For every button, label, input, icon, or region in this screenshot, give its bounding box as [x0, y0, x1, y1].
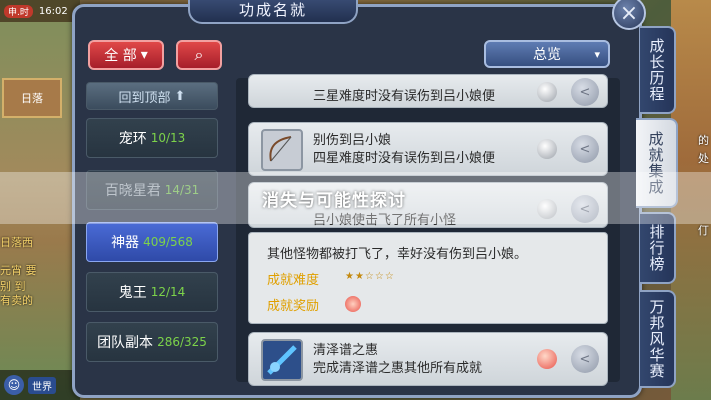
difficulty-stars: ★★☆☆☆	[345, 271, 395, 282]
share-icon: <	[579, 84, 591, 100]
category-count: 12/14	[150, 285, 186, 299]
overview-label: 总览	[533, 47, 561, 63]
achievement-card[interactable]: 别伤到吕小娘 四星难度时没有误伤到吕小娘便 <	[248, 122, 608, 176]
category-label: 团队副本	[97, 335, 154, 351]
overlay-caption: 消失与可能性探讨	[262, 190, 406, 211]
overview-dropdown[interactable]: 总览 ▾	[484, 40, 610, 68]
close-icon: ×	[619, 0, 639, 26]
tab-label: 成长历程	[649, 37, 665, 103]
achievement-detail: 其他怪物都被打飞了，幸好没有伤到吕小娘。 成就难度 ★★☆☆☆ 成就奖励	[248, 232, 608, 324]
category-item[interactable]: 宠环 10/13	[86, 118, 218, 158]
search-button[interactable]: ⌕	[176, 40, 222, 70]
achievement-desc: 四星难度时没有误伤到吕小娘便	[313, 151, 496, 166]
share-icon: <	[579, 141, 591, 157]
person-icon[interactable]: ☺	[4, 375, 24, 395]
difficulty-label: 成就难度	[267, 273, 320, 288]
reward-orb-icon	[537, 139, 557, 159]
category-item[interactable]: 鬼王 12/14	[86, 272, 218, 312]
tab-label: 排行榜	[649, 223, 665, 273]
tab-competition[interactable]: 万邦风华赛	[640, 290, 676, 388]
category-label: 鬼王	[118, 285, 147, 301]
world-chat-tag[interactable]: 世界	[28, 376, 56, 394]
category-count: 286/325	[157, 335, 207, 349]
achievement-name: 清泽谱之惠	[313, 343, 379, 358]
category-count: 409/568	[143, 235, 193, 249]
bg-text-line: 有卖的	[0, 294, 33, 307]
world-chat-bar[interactable]: ☺ 世界	[0, 370, 80, 400]
chevron-down-icon: ▾	[140, 47, 148, 63]
achievement-card[interactable]: 清泽谱之惠 完成清泽谱之惠其他所有成就 <	[248, 332, 608, 386]
reward-orb-icon	[537, 82, 557, 102]
category-item-active[interactable]: 神器 409/568	[86, 222, 218, 262]
share-button[interactable]: <	[571, 135, 599, 163]
achievement-card[interactable]: 三星难度时没有误伤到吕小娘便 <	[248, 74, 608, 108]
dialog-title: 功成名就	[188, 0, 358, 24]
back-to-top-label: 回到顶部	[118, 90, 171, 106]
back-to-top-button[interactable]: 回到顶部 ⬆	[86, 82, 218, 110]
achievement-desc: 完成清泽谱之惠其他所有成就	[313, 361, 483, 376]
bg-text-line: 处	[698, 152, 709, 165]
peach-reward-icon	[537, 349, 557, 369]
chevron-down-icon: ▾	[594, 47, 600, 61]
search-icon: ⌕	[194, 45, 204, 64]
time-badge: 申.时	[4, 4, 33, 18]
hud-top-bar: 申.时 16:02	[0, 0, 80, 22]
category-label: 宠环	[118, 131, 147, 147]
achievement-name: 别伤到吕小娘	[313, 133, 392, 148]
filter-label: 全 部	[104, 48, 137, 64]
bg-text-line: 的	[698, 134, 709, 147]
category-count: 10/13	[150, 131, 186, 145]
map-icon[interactable]: 日落	[2, 78, 62, 118]
arrow-up-icon: ⬆	[174, 88, 186, 104]
scroll-icon	[261, 339, 303, 381]
achievement-desc: 三星难度时没有误伤到吕小娘便	[313, 89, 496, 104]
share-button[interactable]: <	[571, 345, 599, 373]
bow-icon	[261, 129, 303, 171]
share-icon: <	[579, 351, 591, 367]
caption-overlay: 消失与可能性探讨	[0, 172, 711, 224]
bg-text-line: 仃	[698, 224, 709, 237]
map-label: 日落	[21, 92, 43, 105]
filter-all-button[interactable]: 全 部 ▾	[88, 40, 164, 70]
tab-growth[interactable]: 成长历程	[640, 26, 676, 114]
reward-label: 成就奖励	[267, 299, 320, 314]
bg-text-line: 日落西	[0, 236, 33, 249]
reward-gift-icon	[345, 296, 361, 312]
category-label: 神器	[111, 235, 140, 251]
clock: 16:02	[38, 5, 68, 17]
share-button[interactable]: <	[571, 78, 599, 106]
tab-label: 万邦风华赛	[649, 298, 665, 380]
bg-text-line: 元宵 要	[0, 264, 37, 277]
detail-text: 其他怪物都被打飞了，幸好没有伤到吕小娘。	[267, 247, 528, 262]
category-item[interactable]: 团队副本 286/325	[86, 322, 218, 362]
